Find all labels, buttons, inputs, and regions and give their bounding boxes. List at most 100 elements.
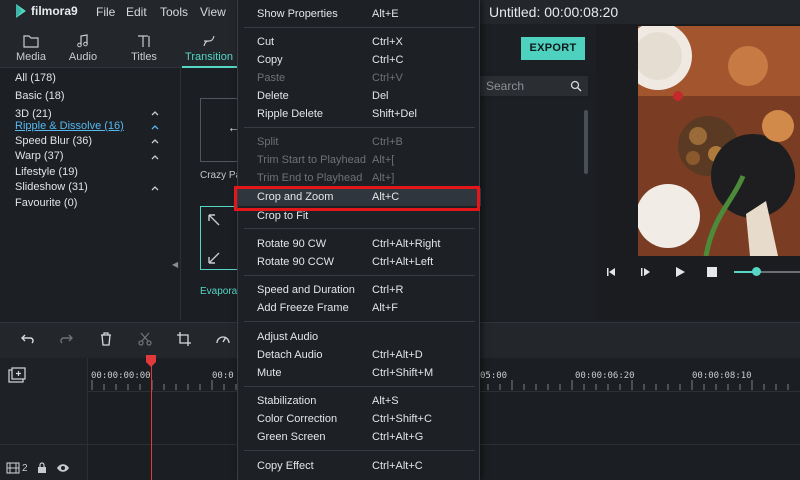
chevron-up-icon[interactable] xyxy=(150,123,160,131)
menu-item-label: Split xyxy=(257,136,279,148)
menu-file[interactable]: File xyxy=(96,5,115,19)
menu-rotate-ccw[interactable]: Rotate 90 CCW Ctrl+Alt+Left xyxy=(238,253,481,271)
stop-icon[interactable] xyxy=(706,266,718,278)
menu-green-screen[interactable]: Green Screen Ctrl+Alt+G xyxy=(238,428,481,446)
category-3d[interactable]: 3D (21) xyxy=(15,108,52,120)
category-speed-blur[interactable]: Speed Blur (36) xyxy=(15,135,92,147)
menu-detach-audio[interactable]: Detach Audio Ctrl+Alt+D xyxy=(238,346,481,364)
chevron-up-icon[interactable] xyxy=(150,153,160,161)
app-name: filmora9 xyxy=(31,4,78,18)
menu-separator xyxy=(244,27,475,28)
track-number: 2 xyxy=(22,462,28,474)
menu-tools[interactable]: Tools xyxy=(160,5,188,19)
menu-item-shortcut: Ctrl+X xyxy=(372,36,403,48)
menu-edit[interactable]: Edit xyxy=(126,5,147,19)
category-slideshow[interactable]: Slideshow (31) xyxy=(15,181,88,193)
menu-paste: Paste Ctrl+V xyxy=(238,69,481,87)
context-menu: Show Properties Alt+E Cut Ctrl+X Copy Ctrl+… xyxy=(237,0,481,480)
crop-icon[interactable] xyxy=(176,331,192,347)
menu-adjust-audio[interactable]: Adjust Audio xyxy=(238,328,481,346)
category-all[interactable]: All (178) xyxy=(15,72,56,84)
tab-titles-label: Titles xyxy=(131,51,157,63)
menu-item-label: Trim Start to Playhead xyxy=(257,154,367,166)
media-tabs: Media Audio Titles Transition xyxy=(0,24,240,68)
transition-thumbnail-selected[interactable] xyxy=(200,206,240,270)
menu-mute[interactable]: Mute Ctrl+Shift+M xyxy=(238,364,481,382)
menu-item-label: Add Freeze Frame xyxy=(257,302,349,314)
menu-item-label: Copy Effect xyxy=(257,460,314,472)
menu-show-properties[interactable]: Show Properties Alt+E xyxy=(238,5,481,23)
menu-separator xyxy=(244,275,475,276)
chevron-up-icon[interactable] xyxy=(150,137,160,145)
undo-icon[interactable] xyxy=(20,331,36,347)
preview-image xyxy=(638,26,800,256)
text-icon xyxy=(138,35,150,47)
menu-item-shortcut: Alt+E xyxy=(372,8,399,20)
category-favourite[interactable]: Favourite (0) xyxy=(15,197,77,209)
speed-icon[interactable] xyxy=(215,331,231,347)
menu-item-shortcut: Del xyxy=(372,90,389,102)
play-icon[interactable] xyxy=(674,266,686,278)
previous-frame-icon[interactable] xyxy=(606,266,618,278)
menu-cut[interactable]: Cut Ctrl+X xyxy=(238,33,481,51)
tab-audio-label: Audio xyxy=(68,51,98,63)
menu-delete[interactable]: Delete Del xyxy=(238,87,481,105)
next-frame-icon[interactable] xyxy=(640,266,652,278)
app-logo: filmora9 xyxy=(14,3,78,19)
category-basic[interactable]: Basic (18) xyxy=(15,90,65,102)
menu-copy[interactable]: Copy Ctrl+C xyxy=(238,51,481,69)
menu-stabilization[interactable]: Stabilization Alt+S xyxy=(238,392,481,410)
tab-titles[interactable]: Titles xyxy=(113,24,175,68)
export-button[interactable]: EXPORT xyxy=(521,37,585,60)
menu-ripple-delete[interactable]: Ripple Delete Shift+Del xyxy=(238,105,481,123)
menu-item-shortcut: Ctrl+Alt+C xyxy=(372,460,423,472)
timecode-label: 00:0 xyxy=(212,371,234,381)
tab-transition[interactable]: Transition xyxy=(178,24,240,68)
project-duration: 00:00:08:20 xyxy=(544,4,619,20)
playhead-line[interactable] xyxy=(151,358,152,480)
lock-icon[interactable] xyxy=(36,462,48,474)
trash-icon[interactable] xyxy=(98,331,114,347)
collapse-sidebar-icon[interactable]: ◀ xyxy=(172,260,178,269)
menu-trim-end: Trim End to Playhead Alt+] xyxy=(238,169,481,187)
project-name: Untitled: xyxy=(489,4,541,20)
tab-audio[interactable]: Audio xyxy=(52,24,114,68)
category-ripple-dissolve[interactable]: Ripple & Dissolve (16) xyxy=(15,120,124,132)
menu-copy-effect[interactable]: Copy Effect Ctrl+Alt+C xyxy=(238,457,481,475)
menu-speed-duration[interactable]: Speed and Duration Ctrl+R xyxy=(238,281,481,299)
menu-item-label: Trim End to Playhead xyxy=(257,172,363,184)
menu-item-shortcut: Ctrl+Alt+Left xyxy=(372,256,434,268)
menu-separator xyxy=(244,228,475,229)
menu-item-shortcut: Shift+Del xyxy=(372,108,417,120)
volume-slider-knob[interactable] xyxy=(752,267,761,276)
add-track-icon[interactable] xyxy=(8,367,26,383)
category-lifestyle[interactable]: Lifestyle (19) xyxy=(15,166,78,178)
menu-rotate-cw[interactable]: Rotate 90 CW Ctrl+Alt+Right xyxy=(238,235,481,253)
library-scrollbar[interactable] xyxy=(584,110,588,174)
transition-label: Crazy Pa xyxy=(200,170,242,181)
search-box[interactable]: Search xyxy=(480,76,588,96)
preview-video-frame xyxy=(638,26,800,256)
menu-item-label: Speed and Duration xyxy=(257,284,355,296)
eye-icon[interactable] xyxy=(56,462,70,474)
chevron-up-icon[interactable] xyxy=(150,109,160,117)
playhead-handle[interactable] xyxy=(145,354,157,368)
filmora-logo-icon xyxy=(16,4,26,18)
menu-item-label: Detach Audio xyxy=(257,349,323,361)
menu-add-freeze-frame[interactable]: Add Freeze Frame Alt+F xyxy=(238,299,481,317)
category-warp[interactable]: Warp (37) xyxy=(15,150,64,162)
menu-color-correction[interactable]: Color Correction Ctrl+Shift+C xyxy=(238,410,481,428)
menu-separator xyxy=(244,386,475,387)
menu-separator xyxy=(244,127,475,128)
chevron-up-icon[interactable] xyxy=(150,184,160,192)
menu-view[interactable]: View xyxy=(200,5,226,19)
menu-item-shortcut: Ctrl+Alt+G xyxy=(372,431,424,443)
menu-item-shortcut: Alt+F xyxy=(372,302,398,314)
menu-item-shortcut: Ctrl+R xyxy=(372,284,404,296)
video-track-icon: 2 xyxy=(6,462,28,474)
transition-thumbnail[interactable]: ← xyxy=(200,98,241,162)
category-sidebar: All (178) Basic (18) 3D (21) Ripple & Di… xyxy=(0,68,180,320)
scissors-icon[interactable] xyxy=(137,331,153,347)
redo-icon[interactable] xyxy=(58,331,74,347)
menu-item-label: Cut xyxy=(257,36,275,48)
